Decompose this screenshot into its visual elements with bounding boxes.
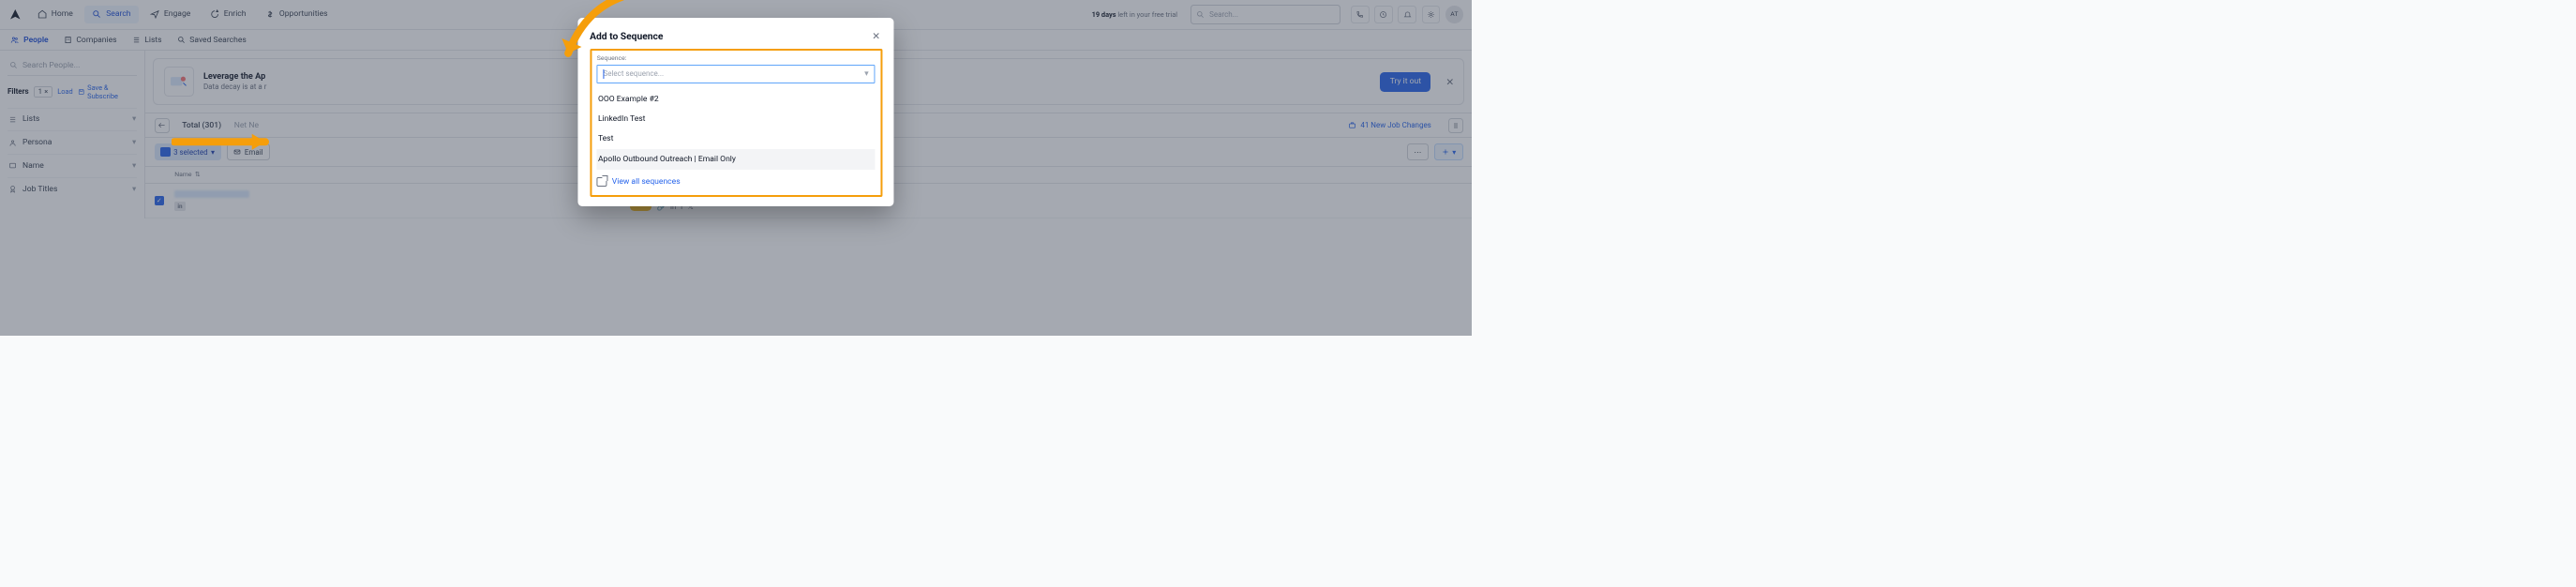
- modal-close-button[interactable]: ✕: [870, 28, 882, 45]
- view-all-sequences-link[interactable]: View all sequences: [597, 170, 876, 189]
- text-caret: [604, 69, 605, 78]
- placeholder-text: Select sequence...: [604, 69, 665, 78]
- sequence-select-input[interactable]: Select sequence... ▾: [597, 65, 876, 84]
- sequence-label: Sequence:: [597, 54, 876, 62]
- tutorial-highlight: Sequence: Select sequence... ▾ OOO Examp…: [590, 49, 882, 197]
- sequence-option[interactable]: LinkedIn Test: [597, 109, 876, 128]
- external-link-icon: [597, 177, 607, 187]
- sequence-option[interactable]: Test: [597, 129, 876, 149]
- chevron-down-icon: ▾: [864, 69, 869, 79]
- sequence-option[interactable]: OOO Example #2: [597, 89, 876, 109]
- add-to-sequence-modal: Add to Sequence ✕ Sequence: Select seque…: [578, 18, 894, 206]
- sequence-option[interactable]: Apollo Outbound Outreach | Email Only: [597, 149, 876, 169]
- modal-title: Add to Sequence: [590, 30, 663, 42]
- sequence-dropdown-list: OOO Example #2 LinkedIn Test Test Apollo…: [597, 89, 876, 170]
